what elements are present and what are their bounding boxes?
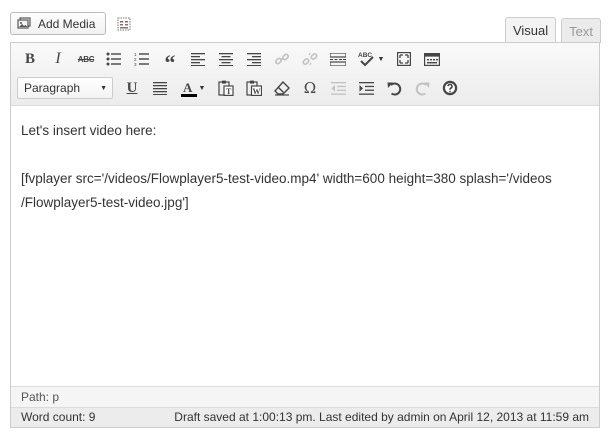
- svg-text:3: 3: [134, 62, 137, 66]
- form-icon[interactable]: [117, 17, 131, 31]
- insert-more-button[interactable]: [325, 47, 351, 71]
- indent-icon: [358, 81, 374, 95]
- omega-icon: Ω: [303, 79, 317, 97]
- paste-as-text-button[interactable]: T: [213, 76, 239, 100]
- more-tag-icon: [330, 52, 346, 66]
- strikethrough-icon: ABC: [77, 54, 95, 64]
- undo-button[interactable]: [381, 76, 407, 100]
- unlink-button[interactable]: [297, 47, 323, 71]
- numbered-list-button[interactable]: 1 2 3: [129, 47, 155, 71]
- paste-text-icon: T: [218, 80, 234, 96]
- link-icon: [274, 53, 290, 65]
- element-path-bar: Path: p: [11, 386, 599, 407]
- align-right-button[interactable]: [241, 47, 267, 71]
- svg-text:T: T: [226, 87, 232, 96]
- spellcheck-icon: ABC: [358, 52, 374, 67]
- redo-button[interactable]: [409, 76, 435, 100]
- media-buttons: Add Media: [10, 11, 131, 36]
- indent-button[interactable]: [353, 76, 379, 100]
- chevron-down-icon: ▼: [198, 84, 206, 92]
- align-justify-icon: [153, 81, 167, 95]
- blockquote-button[interactable]: “: [157, 47, 183, 75]
- paragraph-format-select[interactable]: Paragraph ▼: [17, 77, 113, 99]
- spellcheck-button[interactable]: ABC ▼: [353, 47, 389, 71]
- element-path: Path: p: [21, 390, 60, 404]
- add-media-label: Add Media: [38, 16, 96, 31]
- align-left-button[interactable]: [185, 47, 211, 71]
- paste-from-word-button[interactable]: W: [241, 76, 267, 100]
- editor-status-bar: Word count: 9 Draft saved at 1:00:13 pm.…: [11, 407, 599, 427]
- align-center-button[interactable]: [213, 47, 239, 71]
- undo-icon: [387, 82, 401, 96]
- word-count: Word count: 9: [21, 410, 96, 424]
- rich-text-editor: B I ABC 1 2 3 “ ABC ▼ Paragraph ▼ U A ▼ …: [10, 42, 600, 428]
- toolbar-toggle-button[interactable]: [419, 47, 445, 71]
- bold-button[interactable]: B: [17, 47, 43, 71]
- unlink-icon: [302, 52, 318, 66]
- justify-button[interactable]: [147, 76, 173, 100]
- toolbar-row-2: Paragraph ▼ U A ▼ T W Ω: [17, 75, 465, 101]
- italic-icon: I: [55, 50, 61, 67]
- autosave-status: Draft saved at 1:00:13 pm. Last edited b…: [174, 410, 589, 424]
- editor-content[interactable]: Let's insert video here: [fvplayer src='…: [11, 106, 599, 386]
- underline-icon: U: [126, 79, 138, 96]
- fullscreen-icon: [397, 52, 411, 66]
- add-media-icon: [17, 17, 31, 30]
- special-character-button[interactable]: Ω: [297, 76, 323, 100]
- paste-word-icon: W: [246, 80, 262, 96]
- underline-button[interactable]: U: [119, 76, 145, 100]
- help-button[interactable]: [437, 76, 463, 100]
- help-icon: [442, 80, 458, 96]
- format-select-value: Paragraph: [24, 81, 81, 95]
- bullet-list-button[interactable]: [101, 47, 127, 71]
- tab-text[interactable]: Text: [561, 18, 601, 43]
- italic-button[interactable]: I: [45, 47, 71, 71]
- redo-icon: [415, 82, 429, 96]
- svg-text:W: W: [253, 87, 261, 96]
- bullet-list-icon: [106, 52, 121, 66]
- numbered-list-icon: 1 2 3: [134, 52, 149, 66]
- align-right-icon: [247, 52, 261, 66]
- tab-visual[interactable]: Visual: [504, 17, 557, 43]
- blockquote-icon: “: [164, 50, 176, 75]
- outdent-button[interactable]: [325, 76, 351, 100]
- content-paragraph: Let's insert video here:: [21, 123, 157, 138]
- kitchen-sink-icon: [424, 52, 440, 66]
- chevron-down-icon: ▼: [100, 84, 107, 92]
- insert-link-button[interactable]: [269, 47, 295, 71]
- align-center-icon: [219, 52, 233, 66]
- toolbar-row-1: B I ABC 1 2 3 “ ABC ▼: [17, 46, 447, 75]
- align-left-icon: [191, 52, 205, 66]
- text-color-button[interactable]: A ▼: [175, 76, 211, 100]
- strikethrough-button[interactable]: ABC: [73, 47, 99, 71]
- bold-icon: B: [24, 50, 35, 67]
- shortcode-line-1: [fvplayer src='/videos/Flowplayer5-test-…: [21, 171, 552, 186]
- clear-formatting-button[interactable]: [269, 76, 295, 100]
- fullscreen-button[interactable]: [391, 47, 417, 71]
- outdent-icon: [330, 81, 346, 95]
- chevron-down-icon: ▼: [377, 55, 385, 63]
- add-media-button[interactable]: Add Media: [10, 12, 107, 35]
- shortcode-line-2: /Flowplayer5-test-video.jpg']: [21, 195, 189, 210]
- svg-text:ABC: ABC: [358, 52, 372, 59]
- editor-toolbar: B I ABC 1 2 3 “ ABC ▼ Paragraph ▼ U A ▼ …: [11, 43, 599, 106]
- svg-text:A: A: [183, 80, 193, 95]
- text-color-icon: A: [180, 80, 197, 97]
- eraser-icon: [274, 80, 290, 96]
- editor-tabs: Visual Text: [500, 17, 601, 43]
